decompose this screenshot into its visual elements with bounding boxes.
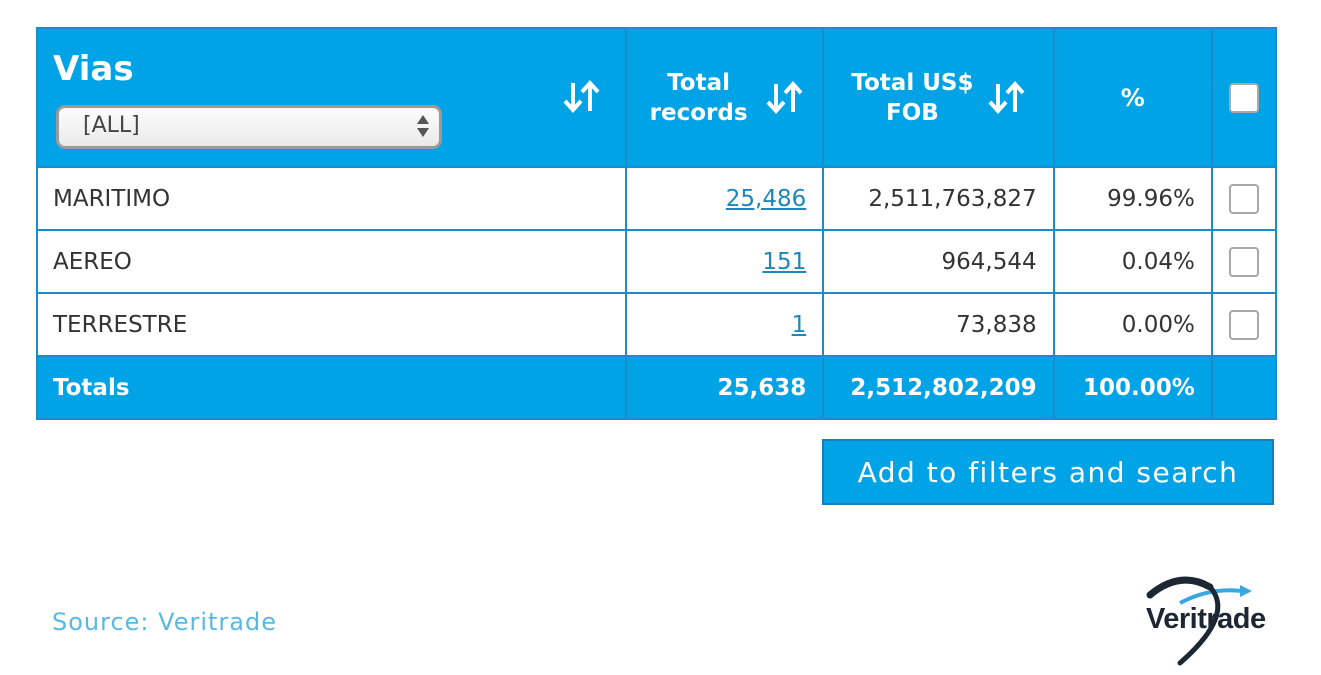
source-text: Source: Veritrade [52, 608, 277, 636]
vias-title: Vias [53, 49, 134, 89]
row-percent: 99.96% [1052, 166, 1213, 231]
veritrade-logo: Veritrade [1140, 575, 1280, 670]
records-link[interactable]: 1 [792, 312, 807, 338]
records-link[interactable]: 25,486 [726, 186, 806, 212]
row-fob: 2,511,763,827 [822, 166, 1055, 231]
vias-table: Vias [ALL] Total records Total US$ FOB %… [36, 27, 1278, 420]
row-name: AEREO [36, 229, 627, 294]
sort-arrows-icon [988, 80, 1025, 114]
sort-records-button[interactable] [765, 80, 803, 116]
total-fob-label-line1: Total US$ [851, 69, 974, 96]
sort-arrows-icon [766, 80, 803, 114]
row-checkbox-cell [1210, 292, 1278, 357]
totals-empty-cell [1210, 355, 1278, 420]
row-fob: 964,544 [822, 229, 1055, 294]
select-all-header [1210, 27, 1278, 168]
row-checkbox[interactable] [1228, 246, 1259, 277]
table-row: MARITIMO 25,486 2,511,763,827 99.96% [36, 166, 1278, 231]
total-fob-label-line2: FOB [886, 99, 939, 126]
table-header-row: Vias [ALL] Total records Total US$ FOB % [36, 27, 1278, 168]
percent-label: % [1120, 83, 1145, 112]
vias-header: Vias [ALL] [36, 27, 627, 168]
row-records-cell: 1 [624, 292, 825, 357]
total-fob-label: Total US$ FOB [851, 68, 973, 128]
row-checkbox[interactable] [1228, 309, 1259, 340]
sort-arrows-icon [563, 79, 600, 114]
totals-label: Totals [36, 355, 627, 420]
table-row: AEREO 151 964,544 0.04% [36, 229, 1278, 294]
row-percent: 0.00% [1052, 292, 1213, 357]
total-records-label: Total records [649, 69, 748, 126]
vias-select-value: [ALL] [83, 113, 140, 138]
row-name: MARITIMO [36, 166, 627, 231]
select-all-checkbox[interactable] [1228, 82, 1259, 113]
row-checkbox-cell [1210, 229, 1278, 294]
row-checkbox-cell [1210, 166, 1278, 231]
totals-fob: 2,512,802,209 [822, 355, 1055, 420]
total-records-header: Total records [624, 27, 825, 168]
row-checkbox[interactable] [1228, 183, 1259, 214]
row-records-cell: 151 [624, 229, 825, 294]
totals-row: Totals 25,638 2,512,802,209 100.00% [36, 355, 1278, 420]
row-name: TERRESTRE [36, 292, 627, 357]
table-row: TERRESTRE 1 73,838 0.00% [36, 292, 1278, 357]
total-fob-header: Total US$ FOB [822, 27, 1055, 168]
vias-select[interactable]: [ALL] [56, 105, 442, 149]
row-records-cell: 25,486 [624, 166, 825, 231]
totals-records: 25,638 [624, 355, 825, 420]
sort-fob-button[interactable] [987, 80, 1025, 116]
sort-vias-button[interactable] [562, 79, 600, 115]
add-to-filters-button[interactable]: Add to filters and search [822, 439, 1274, 505]
records-link[interactable]: 151 [762, 249, 806, 275]
select-arrows-icon [417, 113, 429, 141]
logo-text: Veritrade [1146, 603, 1266, 635]
totals-percent: 100.00% [1052, 355, 1213, 420]
row-percent: 0.04% [1052, 229, 1213, 294]
row-fob: 73,838 [822, 292, 1055, 357]
percent-header: % [1052, 27, 1213, 168]
